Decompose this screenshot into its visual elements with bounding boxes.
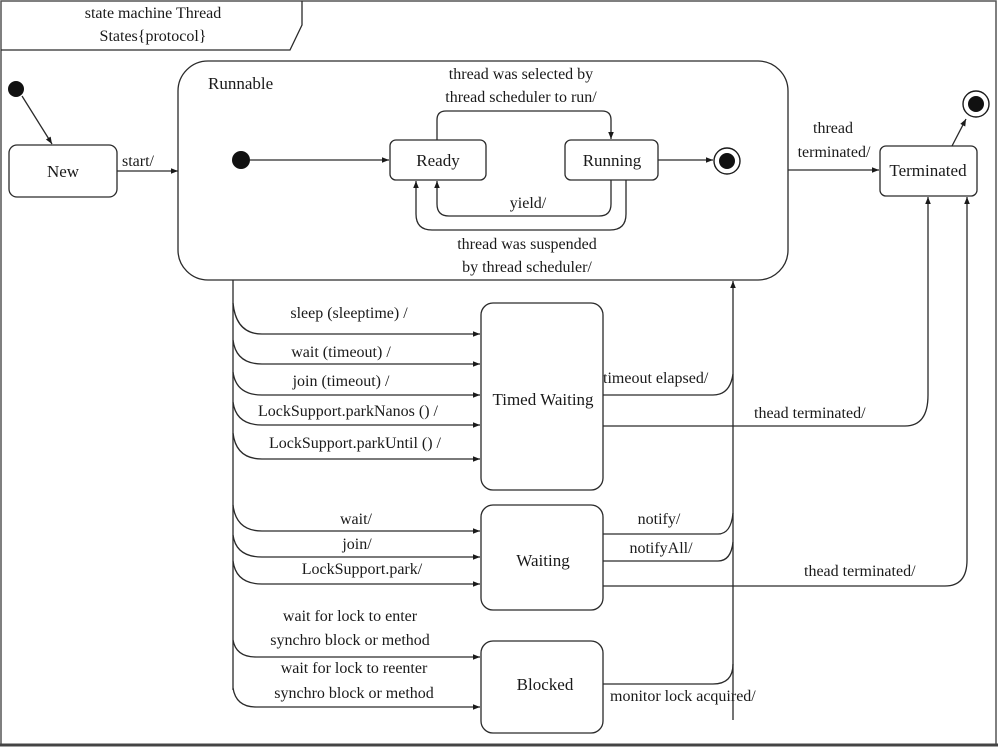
transition-park-until-label: LockSupport.parkUntil () /: [269, 435, 442, 452]
frame-title-tab: state machine Thread States{protocol}: [1, 1, 303, 51]
transition-thread-terminated-label-2: terminated/: [798, 144, 871, 161]
transition-monitor-acquired-label: monitor lock acquired/: [610, 688, 756, 705]
state-terminated[interactable]: Terminated: [879, 145, 978, 197]
runnable-final-node: [713, 147, 741, 175]
state-running-label: Running: [583, 151, 642, 170]
transition-start-label: start/: [122, 153, 155, 170]
state-ready-label: Ready: [416, 151, 460, 170]
transition-sleep-label: sleep (sleeptime) /: [290, 305, 408, 322]
transition-initial-to-new: [21, 95, 53, 145]
transition-selected-label-2: thread scheduler to run/: [445, 89, 597, 106]
transition-suspended-label-2: by thread scheduler/: [462, 259, 592, 276]
transition-lock-reenter-label-2: synchro block or method: [274, 685, 434, 702]
frame-title-line1: state machine Thread: [85, 5, 222, 22]
transition-park-nanos-label: LockSupport.parkNanos () /: [258, 403, 439, 420]
transition-terminated-to-final: [951, 118, 967, 147]
transition-lock-enter-label-2: synchro block or method: [270, 632, 430, 649]
state-timed-waiting[interactable]: Timed Waiting: [480, 302, 604, 491]
state-waiting-label: Waiting: [516, 551, 570, 570]
state-new[interactable]: New: [8, 144, 118, 198]
transition-waiting-thead-terminated-label: thead terminated/: [804, 563, 916, 580]
state-running[interactable]: Running: [564, 139, 659, 181]
transition-park-label: LockSupport.park/: [302, 561, 423, 578]
transition-notify-label: notify/: [638, 511, 681, 528]
state-blocked[interactable]: Blocked: [480, 640, 604, 734]
transition-lock-enter-label-1: wait for lock to enter: [283, 608, 418, 625]
state-machine-diagram: state machine Thread States{protocol} Ne…: [0, 0, 998, 747]
transition-notify-all-label: notifyAll/: [629, 540, 693, 557]
transition-timed-thead-terminated-label: thead terminated/: [754, 405, 866, 422]
final-node: [962, 90, 990, 118]
state-new-label: New: [47, 162, 80, 181]
transition-monitor-acquired: [603, 663, 734, 685]
state-waiting[interactable]: Waiting: [480, 504, 604, 611]
transition-timeout-elapsed-label: timeout elapsed/: [603, 370, 709, 387]
initial-node: [8, 81, 24, 97]
transition-lock-reenter-label-1: wait for lock to reenter: [281, 660, 428, 677]
transition-thread-terminated-label-1: thread: [813, 120, 853, 137]
transition-wait-label: wait/: [340, 511, 373, 528]
transition-join-label: join/: [341, 536, 372, 553]
transition-yield-label: yield/: [510, 195, 547, 212]
state-timed-waiting-label: Timed Waiting: [492, 390, 594, 409]
transition-suspended-label-1: thread was suspended: [457, 236, 597, 253]
state-blocked-label: Blocked: [517, 675, 574, 694]
state-runnable-label: Runnable: [208, 74, 273, 93]
transition-selected-label-1: thread was selected by: [449, 66, 593, 83]
frame-title-line2: States{protocol}: [100, 28, 207, 45]
state-terminated-label: Terminated: [889, 161, 967, 180]
runnable-initial-node: [232, 151, 250, 169]
transition-join-timeout-label: join (timeout) /: [292, 373, 390, 390]
state-ready[interactable]: Ready: [389, 139, 487, 181]
transition-wait-timeout-label: wait (timeout) /: [291, 344, 391, 361]
